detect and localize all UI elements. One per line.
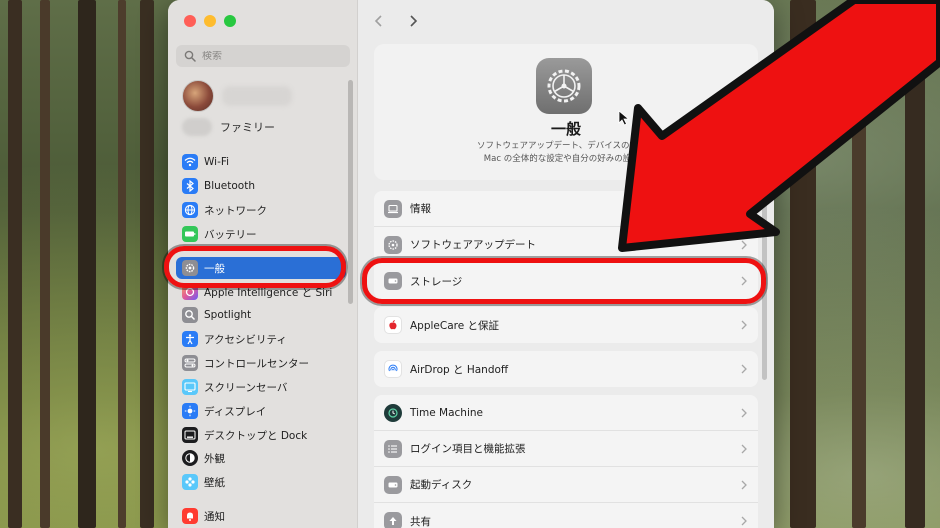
row-sharing[interactable]: 共有 <box>374 503 758 528</box>
chevron-right-icon <box>741 364 747 374</box>
airdrop-icon <box>384 360 402 378</box>
chevron-right-icon <box>741 516 747 526</box>
settings-group: Time Machine ログイン項目と機能拡張 起動ディスク 共有 <box>374 395 758 528</box>
highlight-general-annotation <box>164 246 346 288</box>
disk-icon <box>384 475 402 494</box>
settings-group: AppleCare と保証 <box>374 307 758 343</box>
screen-saver-icon <box>182 379 198 395</box>
sidebar-item-label: バッテリー <box>204 228 257 241</box>
sidebar-item-screen-saver[interactable]: スクリーンセーバ <box>176 376 346 398</box>
chevron-right-icon <box>741 480 747 490</box>
row-label: ソフトウェアアップデート <box>410 239 536 251</box>
dock-icon <box>182 427 198 443</box>
sidebar-item-label: ネットワーク <box>204 204 267 217</box>
row-label: ログイン項目と機能拡張 <box>410 443 526 455</box>
appearance-icon <box>182 450 198 466</box>
time-machine-icon <box>384 403 402 422</box>
spotlight-icon <box>182 307 198 323</box>
search-field[interactable] <box>176 45 350 67</box>
wifi-icon <box>182 154 198 170</box>
sidebar-item-wallpaper[interactable]: 壁紙 <box>176 471 346 493</box>
chevron-right-icon <box>741 408 747 418</box>
row-label: 情報 <box>410 203 431 215</box>
row-label: AppleCare と保証 <box>410 319 500 332</box>
globe-icon <box>182 202 198 218</box>
software-update-gear-icon <box>384 235 402 254</box>
row-time-machine[interactable]: Time Machine <box>374 395 758 431</box>
apple-logo-icon <box>384 316 402 334</box>
chevron-right-icon <box>741 444 747 454</box>
accessibility-icon <box>182 331 198 347</box>
sidebar-scrollbar[interactable] <box>348 80 353 304</box>
list-icon <box>384 439 402 458</box>
row-label: Time Machine <box>410 406 483 419</box>
sharing-icon <box>384 512 402 528</box>
sidebar-item-accessibility[interactable]: アクセシビリティ <box>176 328 346 350</box>
row-label: 共有 <box>410 515 431 528</box>
sidebar-item-label: Bluetooth <box>204 180 255 192</box>
bluetooth-icon <box>182 178 198 194</box>
sidebar-item-battery[interactable]: バッテリー <box>176 223 346 245</box>
red-arrow-annotation <box>618 0 940 252</box>
settings-group: AirDrop と Handoff <box>374 351 758 387</box>
row-startup-disk[interactable]: 起動ディスク <box>374 467 758 503</box>
sidebar-item-bluetooth[interactable]: Bluetooth <box>176 175 346 197</box>
battery-icon <box>182 226 198 242</box>
mouse-cursor-icon <box>618 110 630 126</box>
sidebar-item-desktop-dock[interactable]: デスクトップと Dock <box>176 424 346 446</box>
row-login-items[interactable]: ログイン項目と機能拡張 <box>374 431 758 467</box>
flower-icon <box>182 474 198 490</box>
back-chevron-icon[interactable] <box>372 14 386 28</box>
minimize-button[interactable] <box>204 15 216 27</box>
zoom-button[interactable] <box>224 15 236 27</box>
avatar <box>182 80 214 112</box>
sun-icon <box>182 403 198 419</box>
sidebar-item-label: 壁紙 <box>204 476 225 489</box>
row-applecare[interactable]: AppleCare と保証 <box>374 307 758 343</box>
row-label: 起動ディスク <box>410 479 473 491</box>
sidebar-item-label: 通知 <box>204 510 225 523</box>
family-item[interactable]: ファミリー <box>182 118 275 136</box>
sidebar-item-control-center[interactable]: コントロールセンター <box>176 352 346 374</box>
laptop-icon <box>384 199 402 218</box>
sidebar-item-label: Wi-Fi <box>204 156 230 168</box>
close-button[interactable] <box>184 15 196 27</box>
sidebar-item-label: スクリーンセーバ <box>204 381 288 394</box>
sidebar-item-notifications[interactable]: 通知 <box>176 505 346 527</box>
account-name-redacted <box>222 86 292 106</box>
chevron-right-icon <box>741 320 747 330</box>
apple-account[interactable] <box>182 80 342 112</box>
search-icon <box>184 50 196 62</box>
sidebar-item-label: 外観 <box>204 452 225 465</box>
sidebar-item-spotlight[interactable]: Spotlight <box>176 304 346 326</box>
window-controls <box>184 15 236 27</box>
search-input[interactable] <box>202 50 342 62</box>
control-center-icon <box>182 355 198 371</box>
family-avatars-redacted <box>182 118 212 136</box>
sidebar-item-label: Spotlight <box>204 309 252 321</box>
sidebar-item-label: ディスプレイ <box>204 405 267 418</box>
sidebar-item-displays[interactable]: ディスプレイ <box>176 400 346 422</box>
family-label: ファミリー <box>220 121 275 134</box>
sidebar-item-label: アクセシビリティ <box>204 333 287 346</box>
general-gear-icon <box>536 58 592 114</box>
row-label: AirDrop と Handoff <box>410 363 509 376</box>
bell-icon <box>182 508 198 524</box>
sidebar-item-wifi[interactable]: Wi-Fi <box>176 151 346 173</box>
row-airdrop-handoff[interactable]: AirDrop と Handoff <box>374 351 758 387</box>
highlight-storage-annotation <box>362 258 766 304</box>
sidebar-item-label: コントロールセンター <box>204 357 309 370</box>
sidebar-item-appearance[interactable]: 外観 <box>176 447 346 469</box>
forward-chevron-icon[interactable] <box>406 14 420 28</box>
sidebar-item-label: デスクトップと Dock <box>204 429 308 442</box>
sidebar-item-network[interactable]: ネットワーク <box>176 199 346 221</box>
